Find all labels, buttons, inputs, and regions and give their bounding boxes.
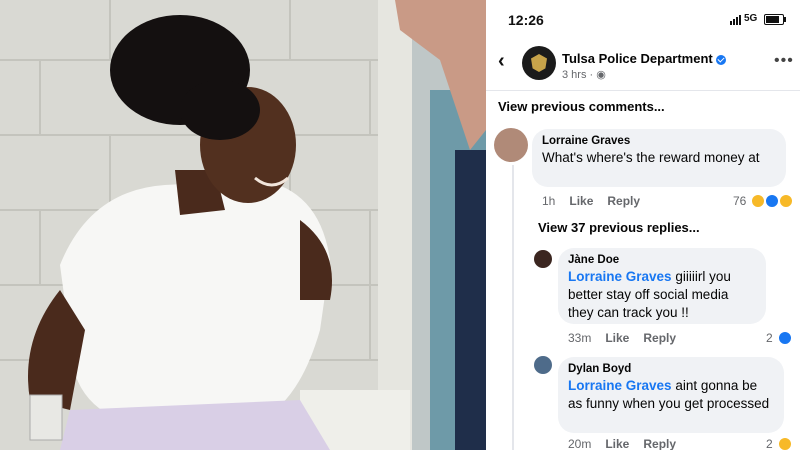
page-name: Tulsa Police Department bbox=[562, 51, 713, 66]
reply-button[interactable]: Reply bbox=[643, 331, 676, 345]
reaction-summary[interactable]: 2 bbox=[766, 331, 792, 345]
police-badge-icon bbox=[531, 54, 547, 72]
mention-link[interactable]: Lorraine Graves bbox=[568, 378, 672, 393]
page-avatar[interactable] bbox=[522, 46, 556, 80]
post-meta: 3 hrs · ◉ bbox=[562, 69, 606, 81]
status-bar: 12:26 5G bbox=[486, 0, 800, 38]
comment-author[interactable]: Lorraine Graves bbox=[542, 135, 776, 147]
post-header: ‹ Tulsa Police Department 3 hrs · ◉ ••• bbox=[486, 40, 800, 91]
chevron-left-icon[interactable]: ‹ bbox=[498, 50, 505, 73]
reaction-count: 2 bbox=[766, 437, 773, 450]
comment-bubble: Lorraine Graves What's where's the rewar… bbox=[532, 129, 786, 187]
reaction-summary[interactable]: 2 bbox=[766, 437, 792, 450]
thread-line bbox=[512, 165, 514, 450]
reaction-summary[interactable]: 76 bbox=[733, 194, 794, 208]
like-button[interactable]: Like bbox=[605, 331, 629, 345]
globe-icon: ◉ bbox=[596, 69, 606, 81]
more-horizontal-icon[interactable]: ••• bbox=[774, 52, 794, 70]
like-button[interactable]: Like bbox=[569, 194, 593, 208]
comment-text: What's where's the reward money at bbox=[542, 150, 760, 165]
battery-icon bbox=[764, 14, 786, 25]
avatar[interactable] bbox=[534, 356, 552, 374]
clock: 12:26 bbox=[508, 12, 544, 28]
post-age: 3 hrs bbox=[562, 69, 587, 81]
reply-age: 33m bbox=[568, 331, 592, 345]
view-previous-comments-link[interactable]: View previous comments... bbox=[498, 99, 665, 114]
comment-age: 1h bbox=[542, 194, 556, 208]
reply-bubble: Jàne Doe Lorraine Graves giiiiirl you be… bbox=[558, 248, 766, 324]
reply-actions: 20m Like Reply bbox=[568, 437, 676, 450]
reply-button[interactable]: Reply bbox=[607, 194, 640, 208]
reply-bubble: Dylan Boyd Lorraine Graves aint gonna be… bbox=[558, 357, 784, 433]
reply-author[interactable]: Dylan Boyd bbox=[568, 363, 774, 375]
mention-link[interactable]: Lorraine Graves bbox=[568, 269, 672, 284]
wow-icon bbox=[779, 194, 794, 208]
reply-button[interactable]: Reply bbox=[643, 437, 676, 450]
reaction-count: 2 bbox=[766, 331, 773, 345]
reaction-count: 76 bbox=[733, 194, 747, 208]
comment-actions: 1h Like Reply bbox=[542, 194, 640, 208]
haha-icon bbox=[751, 194, 766, 208]
page-name-link[interactable]: Tulsa Police Department bbox=[562, 51, 726, 66]
facebook-comments-screen: 12:26 5G ‹ Tulsa Police Department 3 hrs… bbox=[486, 0, 800, 450]
verified-badge-icon bbox=[715, 54, 726, 65]
like-button[interactable]: Like bbox=[605, 437, 629, 450]
haha-icon bbox=[777, 437, 792, 450]
photo-illustration bbox=[0, 0, 486, 450]
network-label: 5G bbox=[744, 13, 758, 24]
avatar[interactable] bbox=[494, 128, 528, 162]
signal-icon bbox=[730, 15, 741, 25]
like-icon bbox=[765, 194, 780, 208]
reply-actions: 33m Like Reply bbox=[568, 331, 676, 345]
like-icon bbox=[777, 331, 792, 345]
view-previous-replies-link[interactable]: View 37 previous replies... bbox=[538, 220, 700, 235]
avatar[interactable] bbox=[534, 250, 552, 268]
reply-author[interactable]: Jàne Doe bbox=[568, 254, 756, 266]
reply-age: 20m bbox=[568, 437, 592, 450]
battery-fill bbox=[766, 16, 779, 23]
booking-photo bbox=[0, 0, 486, 450]
